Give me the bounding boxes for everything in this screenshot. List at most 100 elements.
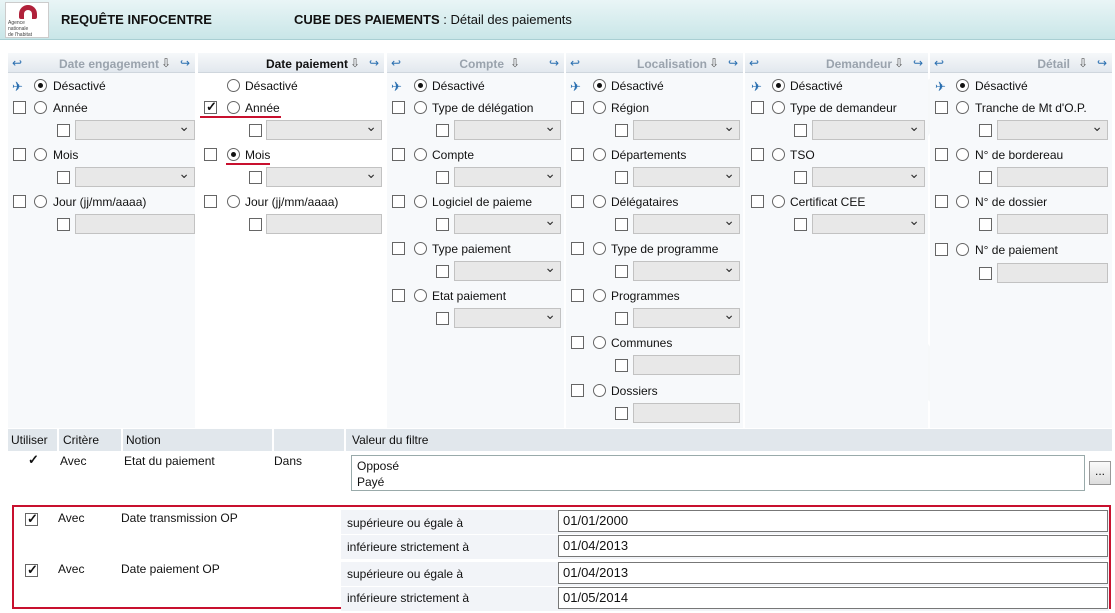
expand-down-icon[interactable]: ⇩ <box>709 56 719 70</box>
select-mois[interactable] <box>75 165 195 187</box>
input-paiement[interactable] <box>997 263 1108 283</box>
radio-desactive[interactable] <box>956 79 969 92</box>
checkbox-certificat-cee-filter[interactable] <box>794 218 807 231</box>
checkbox-jour[interactable] <box>13 195 26 208</box>
pin-icon[interactable]: ✈ <box>391 79 402 95</box>
radio-delegataires[interactable] <box>593 195 606 208</box>
radio-compte[interactable] <box>414 148 427 161</box>
checkbox-annee-filter[interactable] <box>57 124 70 137</box>
input-communes[interactable] <box>633 355 740 375</box>
checkbox-programmes[interactable] <box>571 289 584 302</box>
select-delegataires[interactable] <box>633 212 740 234</box>
move-right-icon[interactable]: ↪ <box>180 56 190 70</box>
expand-down-icon[interactable]: ⇩ <box>894 56 904 70</box>
radio-communes[interactable] <box>593 336 606 349</box>
input-bordereau[interactable] <box>997 167 1108 187</box>
checkbox-paiement-filter[interactable] <box>979 267 992 280</box>
move-right-icon[interactable]: ↪ <box>369 56 379 70</box>
checkbox-jour-filter[interactable] <box>249 218 262 231</box>
expand-down-icon[interactable]: ⇩ <box>350 56 360 70</box>
checkbox-annee[interactable] <box>204 99 217 115</box>
value-item[interactable]: Payé <box>357 474 1079 490</box>
select-type-delegation[interactable] <box>454 118 561 140</box>
radio-desactive[interactable] <box>34 79 47 92</box>
radio-jour[interactable] <box>227 195 240 208</box>
radio-annee[interactable] <box>34 101 47 114</box>
pin-icon[interactable]: ✈ <box>12 79 23 95</box>
radio-desactive[interactable] <box>227 79 240 92</box>
select-type-paiement[interactable] <box>454 259 561 281</box>
move-right-icon[interactable]: ↪ <box>1097 56 1107 70</box>
expand-down-icon[interactable]: ⇩ <box>510 56 520 70</box>
radio-certificat-cee[interactable] <box>772 195 785 208</box>
radio-logiciel[interactable] <box>414 195 427 208</box>
checkbox-etat-paiement-filter[interactable] <box>436 312 449 325</box>
checkbox-logiciel[interactable] <box>392 195 405 208</box>
checkbox-mois-filter[interactable] <box>57 171 70 184</box>
checkbox-paiement[interactable] <box>935 243 948 256</box>
checkbox-type-programme[interactable] <box>571 242 584 255</box>
expand-down-icon[interactable]: ⇩ <box>161 56 171 70</box>
checkbox-dossier[interactable] <box>935 195 948 208</box>
move-right-icon[interactable]: ↪ <box>549 56 559 70</box>
radio-desactive[interactable] <box>593 79 606 92</box>
row3-utiliser-checkbox[interactable] <box>25 562 38 578</box>
row1-value-list[interactable]: Opposé Payé <box>351 455 1085 491</box>
checkbox-communes-filter[interactable] <box>615 359 628 372</box>
row2-val2-input[interactable]: 01/04/2013 <box>558 535 1108 557</box>
value-item[interactable]: Opposé <box>357 458 1079 474</box>
select-annee[interactable] <box>266 118 382 140</box>
checkbox-bordereau[interactable] <box>935 148 948 161</box>
checkbox-type-demandeur[interactable] <box>751 101 764 114</box>
radio-region[interactable] <box>593 101 606 114</box>
checkbox-annee-filter[interactable] <box>249 124 262 137</box>
checkbox-type-delegation-filter[interactable] <box>436 124 449 137</box>
row3-val2-input[interactable]: 01/05/2014 <box>558 587 1108 609</box>
checkbox-programmes-filter[interactable] <box>615 312 628 325</box>
radio-etat-paiement[interactable] <box>414 289 427 302</box>
checkbox-etat-paiement[interactable] <box>392 289 405 302</box>
radio-type-demandeur[interactable] <box>772 101 785 114</box>
select-annee[interactable] <box>75 118 195 140</box>
radio-dossier[interactable] <box>956 195 969 208</box>
checkbox-compte-filter[interactable] <box>436 171 449 184</box>
checkbox-dossiers-filter[interactable] <box>615 407 628 420</box>
move-right-icon[interactable]: ↪ <box>913 56 923 70</box>
select-programmes[interactable] <box>633 306 740 328</box>
radio-desactive[interactable] <box>772 79 785 92</box>
checkbox-tranche[interactable] <box>935 101 948 114</box>
checkbox-bordereau-filter[interactable] <box>979 171 992 184</box>
pin-icon[interactable]: ✈ <box>935 79 946 95</box>
checkbox-dossier-filter[interactable] <box>979 218 992 231</box>
radio-mois[interactable] <box>227 148 240 161</box>
pin-icon[interactable]: ✈ <box>570 79 581 95</box>
select-compte[interactable] <box>454 165 561 187</box>
select-tranche[interactable] <box>997 118 1108 140</box>
select-etat-paiement[interactable] <box>454 306 561 328</box>
checkbox-type-paiement-filter[interactable] <box>436 265 449 278</box>
radio-tso[interactable] <box>772 148 785 161</box>
checkbox-tso[interactable] <box>751 148 764 161</box>
select-type-demandeur[interactable] <box>812 118 925 140</box>
checkbox-communes[interactable] <box>571 336 584 349</box>
checkbox-region[interactable] <box>571 101 584 114</box>
row3-val1-input[interactable]: 01/04/2013 <box>558 562 1108 584</box>
checkbox-mois[interactable] <box>204 148 217 161</box>
radio-annee[interactable] <box>227 101 240 114</box>
pin-icon[interactable]: ✈ <box>751 79 762 95</box>
checkbox-delegataires-filter[interactable] <box>615 218 628 231</box>
select-departements[interactable] <box>633 165 740 187</box>
checkbox-mois[interactable] <box>13 148 26 161</box>
select-tso[interactable] <box>812 165 925 187</box>
radio-programmes[interactable] <box>593 289 606 302</box>
select-mois[interactable] <box>266 165 382 187</box>
radio-mois[interactable] <box>34 148 47 161</box>
checkbox-certificat-cee[interactable] <box>751 195 764 208</box>
input-jour[interactable] <box>266 214 382 234</box>
select-logiciel[interactable] <box>454 212 561 234</box>
radio-bordereau[interactable] <box>956 148 969 161</box>
checkbox-annee[interactable] <box>13 101 26 114</box>
checkbox-tso-filter[interactable] <box>794 171 807 184</box>
radio-tranche[interactable] <box>956 101 969 114</box>
row2-val1-input[interactable]: 01/01/2000 <box>558 510 1108 532</box>
